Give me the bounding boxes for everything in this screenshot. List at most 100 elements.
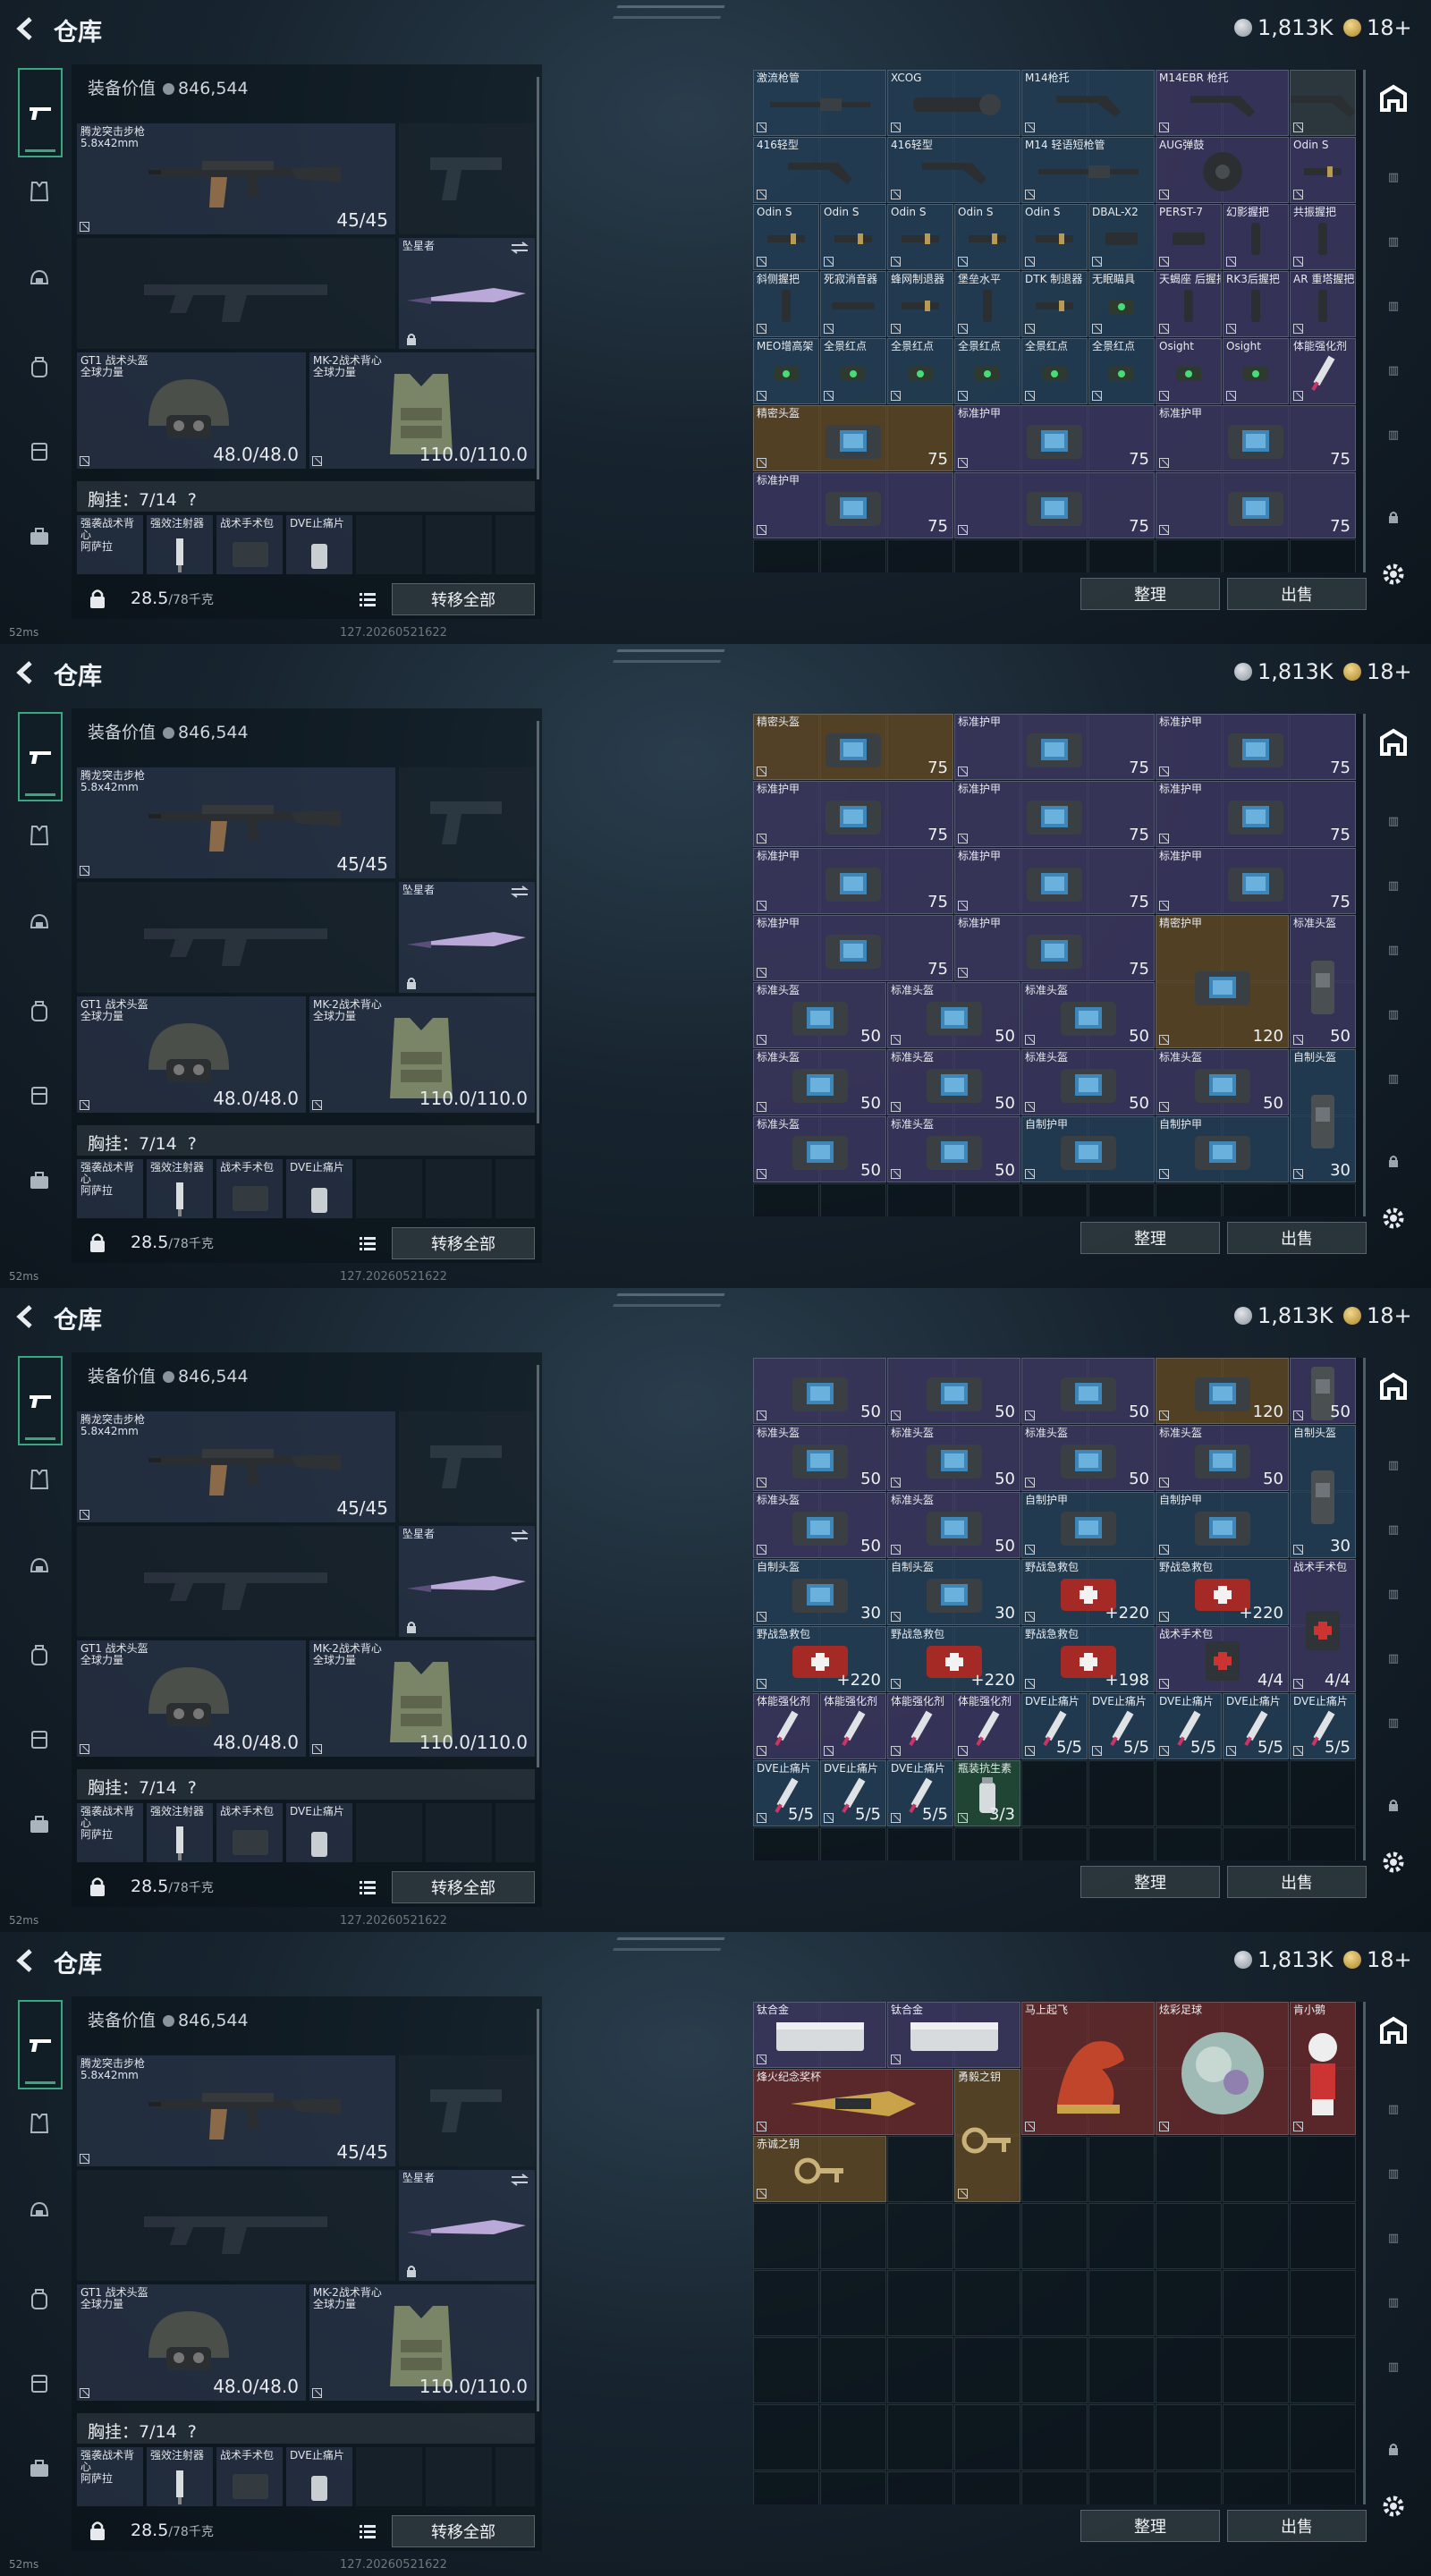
- grid-cell[interactable]: [820, 539, 886, 572]
- inventory-item[interactable]: DVE止痛片 5/5: [1021, 1693, 1088, 1759]
- nav-page-6[interactable]: ▥: [1374, 2349, 1413, 2385]
- rig-slot-1[interactable]: 强袭战术背心 阿萨拉: [77, 515, 143, 574]
- nav-helmet[interactable]: [20, 2191, 59, 2231]
- inventory-item[interactable]: 416轻型: [887, 137, 1020, 203]
- nav-backpack[interactable]: [20, 991, 59, 1030]
- sort-button[interactable]: 整理: [1080, 578, 1220, 610]
- melee-slot[interactable]: 坠星者: [399, 882, 535, 993]
- sidearm-slot[interactable]: [399, 767, 535, 878]
- equipment-scrollbar[interactable]: [537, 721, 539, 1123]
- sort-button[interactable]: 整理: [1080, 1866, 1220, 1898]
- grid-cell[interactable]: [1290, 2203, 1356, 2269]
- grid-cell[interactable]: [1156, 2404, 1222, 2470]
- nav-weapons[interactable]: [18, 2000, 63, 2089]
- swap-icon[interactable]: [510, 886, 529, 898]
- rig-slot-4[interactable]: DVE止痛片: [286, 1159, 352, 1218]
- inventory-item[interactable]: 自制头盔 30: [887, 1559, 1020, 1625]
- inventory-item[interactable]: 自制头盔 30: [1290, 1049, 1356, 1182]
- inventory-item[interactable]: 标准护甲 75: [1156, 405, 1356, 471]
- inventory-item[interactable]: 标准护甲 75: [753, 848, 953, 914]
- swap-icon[interactable]: [510, 242, 529, 254]
- transfer-all-button[interactable]: 转移全部: [392, 1227, 535, 1259]
- nav-page-3[interactable]: ▥: [1374, 224, 1413, 259]
- grid-cell[interactable]: [1156, 1760, 1222, 1826]
- grid-cell[interactable]: [1156, 1827, 1222, 1860]
- grid-cell[interactable]: [954, 539, 1020, 572]
- inventory-item[interactable]: 体能强化剂: [1290, 338, 1356, 404]
- inventory-item[interactable]: 斜侧握把: [753, 271, 819, 337]
- nav-page-1[interactable]: [1374, 1368, 1413, 1404]
- helmet-slot[interactable]: GT1 战术头盔 全球力量 48.0/48.0: [77, 1640, 306, 1757]
- inventory-item[interactable]: 全景红点: [1021, 338, 1088, 404]
- grid-cell[interactable]: [1290, 2404, 1356, 2470]
- grid-cell[interactable]: [753, 1827, 819, 1860]
- inventory-item[interactable]: 标准头盔 50: [753, 1049, 886, 1115]
- inventory-item[interactable]: 标准护甲 75: [1156, 848, 1356, 914]
- inventory-item[interactable]: 野战急救包 +220: [1021, 1559, 1155, 1625]
- nav-armor[interactable]: [20, 172, 59, 211]
- rig-slot-5[interactable]: [356, 515, 422, 574]
- chest-rig-bar[interactable]: 胸挂：7/14 ?: [77, 1125, 535, 1156]
- inventory-item[interactable]: 120: [1156, 1358, 1289, 1424]
- nav-weapons[interactable]: [18, 68, 63, 157]
- inventory-item[interactable]: 50: [887, 1358, 1020, 1424]
- armor-slot[interactable]: MK-2战术背心 全球力量 110.0/110.0: [309, 352, 535, 469]
- grid-cell[interactable]: [820, 1183, 886, 1216]
- grid-cell[interactable]: [1021, 2203, 1088, 2269]
- inventory-item[interactable]: 标准头盔 50: [1021, 1425, 1155, 1491]
- sort-button[interactable]: 整理: [1080, 2510, 1220, 2542]
- sell-button[interactable]: 出售: [1227, 1222, 1367, 1254]
- inventory-item[interactable]: 天蝎座 后握把: [1156, 271, 1222, 337]
- grid-cell[interactable]: [954, 2270, 1020, 2336]
- grid-cell[interactable]: [1088, 1827, 1155, 1860]
- rig-slot-4[interactable]: DVE止痛片: [286, 515, 352, 574]
- nav-page-5[interactable]: ▥: [1374, 2284, 1413, 2320]
- grid-cell[interactable]: [887, 1827, 953, 1860]
- sell-button[interactable]: 出售: [1227, 578, 1367, 610]
- nav-rig[interactable]: [20, 2363, 59, 2402]
- grid-cell[interactable]: [753, 2471, 819, 2504]
- nav-page-2[interactable]: ▥: [1374, 159, 1413, 195]
- inventory-item[interactable]: 标准护甲 75: [954, 915, 1155, 981]
- rig-slot-2[interactable]: 强效注射器: [147, 2447, 213, 2506]
- grid-cell[interactable]: [1290, 2270, 1356, 2336]
- nav-page-3[interactable]: ▥: [1374, 868, 1413, 903]
- swap-icon[interactable]: [510, 1530, 529, 1542]
- nav-page-4[interactable]: ▥: [1374, 288, 1413, 324]
- inventory-item[interactable]: 标准护甲 75: [954, 848, 1155, 914]
- secondary-weapon-slot[interactable]: [77, 238, 395, 349]
- inventory-item[interactable]: 标准头盔 50: [887, 1425, 1020, 1491]
- sidearm-slot[interactable]: [399, 2055, 535, 2166]
- secondary-weapon-slot[interactable]: [77, 882, 395, 993]
- nav-page-6[interactable]: ▥: [1374, 417, 1413, 453]
- rig-slot-1[interactable]: 强袭战术背心 阿萨拉: [77, 2447, 143, 2506]
- grid-cell[interactable]: [1223, 539, 1289, 572]
- grid-cell[interactable]: [954, 2337, 1020, 2403]
- nav-page-2[interactable]: ▥: [1374, 803, 1413, 839]
- grid-cell[interactable]: [753, 539, 819, 572]
- inventory-item[interactable]: 标准护甲 75: [954, 714, 1155, 780]
- equipment-scrollbar[interactable]: [537, 2009, 539, 2411]
- grid-cell[interactable]: [887, 2337, 953, 2403]
- inventory-item[interactable]: 全景红点: [954, 338, 1020, 404]
- nav-page-4[interactable]: ▥: [1374, 932, 1413, 968]
- inventory-item[interactable]: DVE止痛片 5/5: [1223, 1693, 1289, 1759]
- inventory-item[interactable]: 标准护甲 75: [954, 405, 1155, 471]
- inventory-item[interactable]: 全景红点: [1088, 338, 1155, 404]
- nav-page-5[interactable]: ▥: [1374, 1640, 1413, 1676]
- rig-slot-7[interactable]: [495, 2447, 535, 2506]
- grid-cell[interactable]: [820, 2270, 886, 2336]
- grid-cell[interactable]: [1021, 2471, 1088, 2504]
- inventory-item[interactable]: DBAL-X2: [1088, 204, 1155, 270]
- grid-cell[interactable]: [1088, 2136, 1155, 2202]
- lock-icon[interactable]: [89, 1877, 106, 1896]
- grid-cell[interactable]: [1290, 2136, 1356, 2202]
- grid-cell[interactable]: [1290, 1827, 1356, 1860]
- swap-icon[interactable]: [510, 2174, 529, 2186]
- equipment-scrollbar[interactable]: [537, 77, 539, 479]
- rig-slot-7[interactable]: [495, 1803, 535, 1862]
- inventory-item[interactable]: Odin S: [1021, 204, 1088, 270]
- grid-cell[interactable]: [954, 2471, 1020, 2504]
- inventory-item[interactable]: 标准头盔 50: [1290, 915, 1356, 1048]
- nav-case[interactable]: [20, 517, 59, 556]
